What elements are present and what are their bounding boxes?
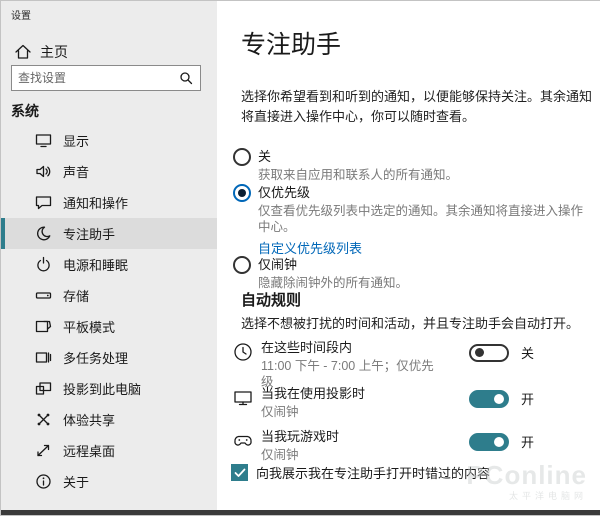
sound-icon xyxy=(35,163,52,180)
toggle-when-projecting[interactable] xyxy=(469,390,509,408)
search-icon[interactable] xyxy=(179,71,193,85)
sidebar-item-tablet-mode[interactable]: 平板模式 xyxy=(1,311,217,342)
sidebar-item-label: 体验共享 xyxy=(63,410,115,429)
toggle-during-these-times[interactable] xyxy=(469,344,509,362)
window-title: 设置 xyxy=(11,7,31,22)
rule-when-gaming: 当我玩游戏时 仅闹钟 开 xyxy=(233,428,585,463)
toggle-state-label: 开 xyxy=(521,389,534,408)
gamepad-icon xyxy=(233,431,253,451)
missed-summary-checkbox[interactable] xyxy=(231,464,248,481)
sidebar-item-label: 关于 xyxy=(63,472,89,491)
tablet-mode-icon xyxy=(35,318,52,335)
sidebar-item-label: 专注助手 xyxy=(63,224,115,243)
clock-icon xyxy=(233,342,253,362)
settings-window: 设置 主页 系统 显示 xyxy=(0,0,600,516)
sidebar-item-label: 声音 xyxy=(63,162,89,181)
sidebar-item-projecting[interactable]: 投影到此电脑 xyxy=(1,373,217,404)
sidebar-item-display[interactable]: 显示 xyxy=(1,125,217,156)
sidebar-item-label: 电源和睡眠 xyxy=(63,255,128,274)
radio-button[interactable] xyxy=(233,184,251,202)
radio-option-priority-only[interactable]: 仅优先级 仅查看优先级列表中选定的通知。其余通知将直接进入操作中心。 自定义优先… xyxy=(233,184,590,258)
home-icon xyxy=(14,43,32,61)
radio-option-alarms-only[interactable]: 仅闹钟 隐藏除闹钟外的所有通知。 xyxy=(233,256,590,291)
radio-label: 关 xyxy=(258,148,590,165)
missed-summary-row: 向我展示我在专注助手打开时错过的内容 xyxy=(231,463,490,482)
rule-sub: 仅闹钟 xyxy=(261,404,439,420)
sidebar-item-power-sleep[interactable]: 电源和睡眠 xyxy=(1,249,217,280)
sidebar-item-label: 平板模式 xyxy=(63,317,115,336)
sidebar-item-label: 远程桌面 xyxy=(63,441,115,460)
sidebar-item-multitasking[interactable]: 多任务处理 xyxy=(1,342,217,373)
power-icon xyxy=(35,256,52,273)
radio-button[interactable] xyxy=(233,256,251,274)
page-description: 选择你希望看到和听到的通知，以便能够保持关注。其余通知将直接进入操作中心，你可以… xyxy=(241,87,599,127)
radio-button[interactable] xyxy=(233,148,251,166)
sidebar-item-home[interactable]: 主页 xyxy=(1,37,217,67)
toggle-when-gaming[interactable] xyxy=(469,433,509,451)
sidebar-home-label: 主页 xyxy=(40,42,68,62)
bottom-edge-bar xyxy=(1,510,600,515)
main-content: 专注助手 选择你希望看到和听到的通知，以便能够保持关注。其余通知将直接进入操作中… xyxy=(217,1,600,512)
focus-assist-icon xyxy=(35,225,52,242)
radio-option-off[interactable]: 关 获取来自应用和联系人的所有通知。 xyxy=(233,148,590,183)
radio-label: 仅优先级 xyxy=(258,184,590,201)
sidebar-item-label: 存储 xyxy=(63,286,89,305)
projecting-icon xyxy=(35,380,52,397)
rule-during-these-times: 在这些时间段内 11:00 下午 - 7:00 上午；仅优先级 关 xyxy=(233,339,585,390)
auto-rules-title: 自动规则 xyxy=(241,289,301,310)
shared-experiences-icon xyxy=(35,411,52,428)
sidebar-item-label: 多任务处理 xyxy=(63,348,128,367)
monitor-icon xyxy=(233,388,253,408)
remote-desktop-icon xyxy=(35,442,52,459)
sidebar-item-storage[interactable]: 存储 xyxy=(1,280,217,311)
sidebar-item-shared-experiences[interactable]: 体验共享 xyxy=(1,404,217,435)
toggle-knob xyxy=(494,437,504,447)
sidebar-item-sound[interactable]: 声音 xyxy=(1,156,217,187)
sidebar-item-remote-desktop[interactable]: 远程桌面 xyxy=(1,435,217,466)
sidebar-nav: 显示 声音 通知和操作 专注助手 xyxy=(1,125,217,497)
sidebar-item-label: 显示 xyxy=(63,131,89,150)
radio-description: 隐藏除闹钟外的所有通知。 xyxy=(258,275,590,291)
toggle-knob xyxy=(475,348,484,357)
multitasking-icon xyxy=(35,349,52,366)
radio-description: 获取来自应用和联系人的所有通知。 xyxy=(258,167,590,183)
toggle-state-label: 关 xyxy=(521,343,534,362)
notifications-icon xyxy=(35,194,52,211)
missed-summary-label: 向我展示我在专注助手打开时错过的内容 xyxy=(256,463,490,482)
storage-icon xyxy=(35,287,52,304)
customize-priority-list-link[interactable]: 自定义优先级列表 xyxy=(258,238,362,257)
radio-description: 仅查看优先级列表中选定的通知。其余通知将直接进入操作中心。 xyxy=(258,203,590,235)
sidebar: 设置 主页 系统 显示 xyxy=(1,1,217,512)
radio-label: 仅闹钟 xyxy=(258,256,590,273)
toggle-state-label: 开 xyxy=(521,432,534,451)
sidebar-item-label: 通知和操作 xyxy=(63,193,128,212)
rule-label: 当我玩游戏时 xyxy=(261,428,439,445)
sidebar-item-notifications[interactable]: 通知和操作 xyxy=(1,187,217,218)
sidebar-section-system: 系统 xyxy=(11,101,39,121)
auto-rules-description: 选择不想被打扰的时间和活动，并且专注助手会自动打开。 xyxy=(241,313,579,332)
rule-sub: 仅闹钟 xyxy=(261,447,439,463)
sidebar-item-label: 投影到此电脑 xyxy=(63,379,141,398)
settings-search-box xyxy=(11,65,201,91)
rule-when-projecting: 当我在使用投影时 仅闹钟 开 xyxy=(233,385,585,420)
about-icon xyxy=(35,473,52,490)
sidebar-item-focus-assist[interactable]: 专注助手 xyxy=(1,218,217,249)
search-input[interactable] xyxy=(12,71,179,85)
toggle-knob xyxy=(494,394,504,404)
rule-label: 在这些时间段内 xyxy=(261,339,439,356)
rule-label: 当我在使用投影时 xyxy=(261,385,439,402)
page-title: 专注助手 xyxy=(241,25,341,61)
sidebar-item-about[interactable]: 关于 xyxy=(1,466,217,497)
display-icon xyxy=(35,132,52,149)
watermark-sub-text: 太平洋电脑网 xyxy=(466,489,587,502)
